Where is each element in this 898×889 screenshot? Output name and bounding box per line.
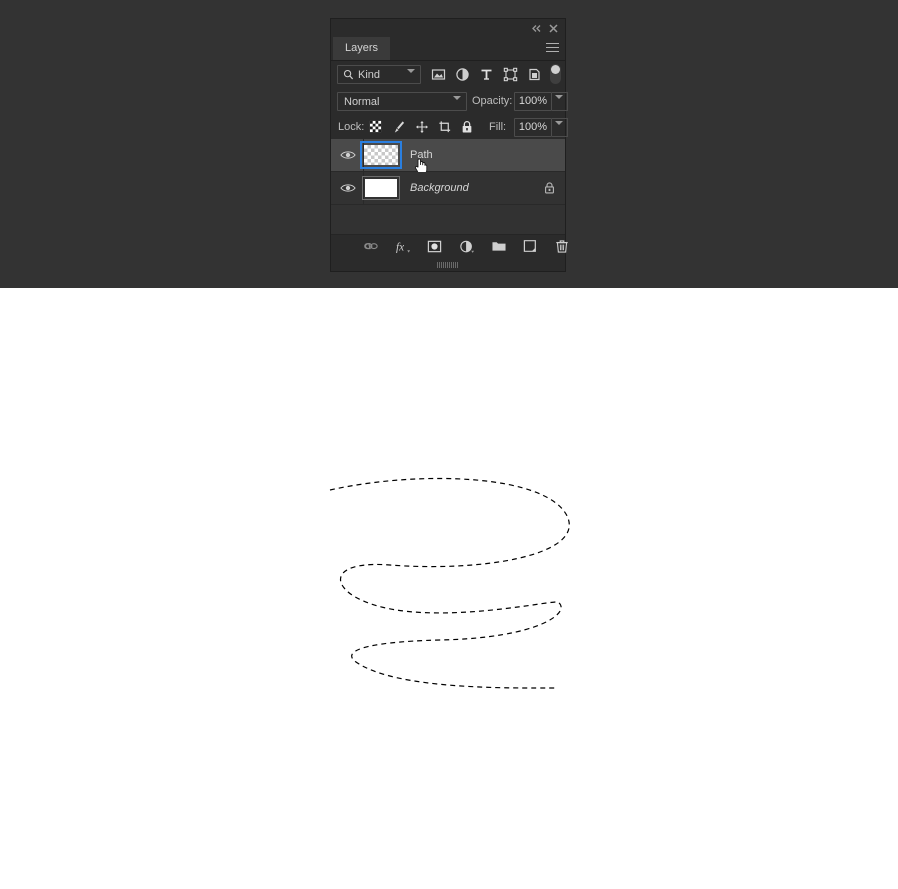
tab-layers[interactable]: Layers [333,37,391,60]
screen-root: Layers Kind Normal Opacity: 100% Lock: F… [0,0,898,889]
link-layers-icon[interactable] [363,239,379,255]
thumbnail-border [362,176,400,200]
path-artwork-svg [329,477,570,689]
filter-smartobject-icon[interactable] [527,67,542,82]
layer-filter-row: Kind [331,61,565,89]
dashed-spiral-path [300,460,610,710]
layer-thumbnail[interactable] [360,141,428,175]
lock-icon-group [369,119,475,136]
lock-position-icon[interactable] [415,120,429,135]
blend-mode-value: Normal [344,96,380,108]
layer-thumbnail[interactable] [362,176,400,200]
opacity-input[interactable]: 100% [514,92,552,111]
new-group-icon[interactable] [491,239,507,255]
chevron-down-icon [407,69,415,85]
filter-type-icon[interactable] [479,67,494,82]
table-row[interactable]: Background [331,172,565,205]
table-row[interactable]: Path [331,139,565,175]
lock-artboard-nesting-icon[interactable] [438,120,452,135]
search-icon [343,69,354,81]
fill-input[interactable]: 100% [514,118,552,137]
layer-name: Path [410,149,433,161]
thumbnail-selection-border [360,141,402,169]
layer-name: Background [410,182,469,194]
footer-icon-group: fx [363,238,571,255]
chevron-down-icon [453,96,461,112]
layer-visibility-icon[interactable] [340,182,356,194]
lock-transparent-pixels-icon[interactable] [369,120,383,135]
lock-label: Lock: [338,121,365,133]
transparent-checker-icon [364,145,398,165]
blend-mode-select[interactable]: Normal [337,92,467,112]
filter-shape-icon[interactable] [503,67,518,82]
svg-text:fx: fx [396,241,404,253]
filter-adjustment-icon[interactable] [455,67,470,82]
lock-image-pixels-icon[interactable] [392,120,406,135]
opacity-stepper[interactable] [552,92,568,111]
panel-tab-row: Layers [331,37,565,61]
collapse-panel-icon[interactable] [530,22,543,35]
filter-type-icons [431,65,542,84]
panel-menu-icon[interactable] [546,43,559,54]
fill-stepper[interactable] [552,118,568,137]
spiral-path-stroke [329,477,570,689]
panel-resize-grip[interactable] [437,262,459,268]
filter-kind-label: Kind [358,69,381,81]
new-layer-icon[interactable] [523,239,539,255]
filter-enable-toggle[interactable] [550,64,561,84]
filter-pixel-icon[interactable] [431,67,446,82]
layer-style-fx-icon[interactable]: fx [395,239,411,255]
add-layer-mask-icon[interactable] [427,239,443,255]
fill-label: Fill: [489,121,507,133]
delete-layer-icon[interactable] [555,239,571,255]
lock-all-icon[interactable] [461,120,475,135]
blend-mode-row: Normal Opacity: 100% [331,89,568,116]
layers-panel: Layers Kind Normal Opacity: 100% Lock: F… [330,18,568,272]
filter-kind-select[interactable]: Kind [337,65,421,85]
layer-locked-icon[interactable] [544,181,555,194]
new-adjustment-layer-icon[interactable] [459,239,475,255]
lock-row: Lock: Fill: 100% [331,116,568,140]
layers-panel-footer: fx [331,234,568,257]
white-thumbnail-icon [365,179,397,197]
layer-visibility-icon[interactable] [340,149,356,161]
panel-titlebar [331,19,565,37]
opacity-label: Opacity: [472,95,513,107]
close-icon[interactable] [547,22,560,35]
